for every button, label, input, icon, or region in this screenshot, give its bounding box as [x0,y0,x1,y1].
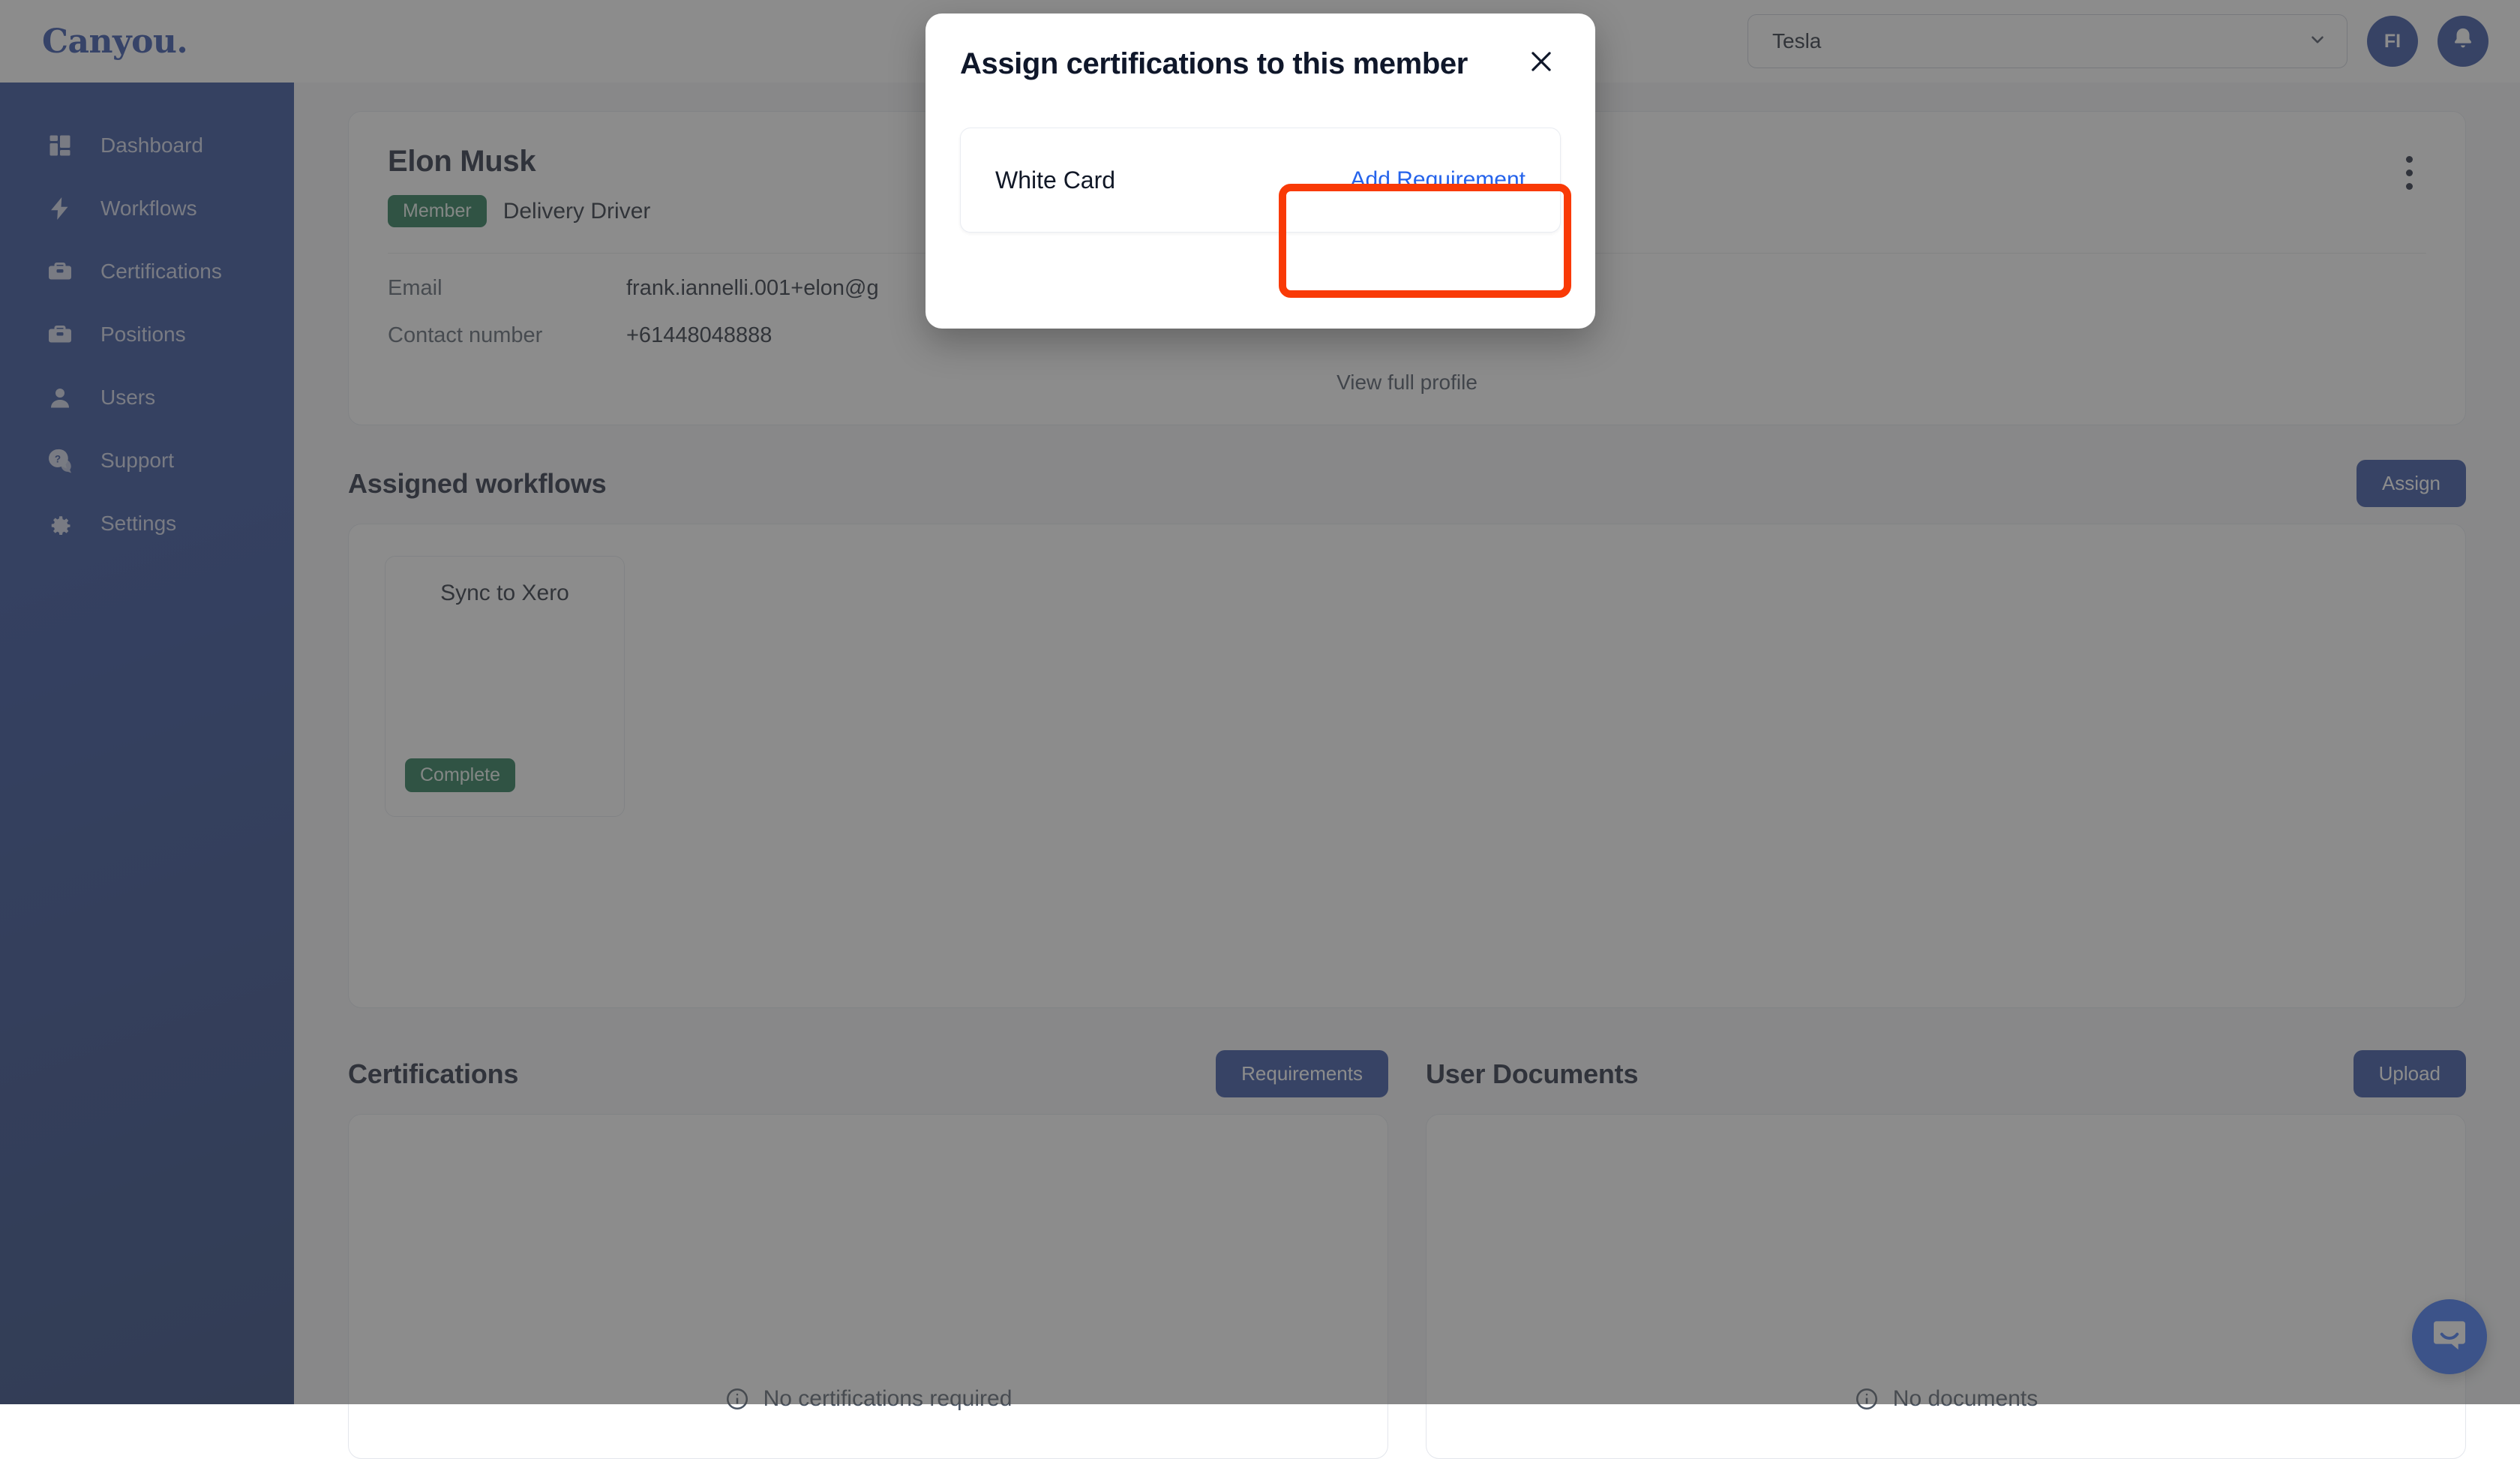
modal-header: Assign certifications to this member [960,14,1561,81]
modal-title: Assign certifications to this member [960,47,1468,81]
assign-certifications-modal: Assign certifications to this member Whi… [926,14,1595,329]
certification-name: White Card [995,167,1115,194]
modal-body: White Card Add Requirement [960,81,1561,233]
close-icon[interactable] [1522,42,1561,81]
add-requirement-button[interactable]: Add Requirement [1351,167,1526,193]
certification-row: White Card Add Requirement [960,128,1561,233]
modal-overlay[interactable]: Assign certifications to this member Whi… [0,0,2520,1404]
